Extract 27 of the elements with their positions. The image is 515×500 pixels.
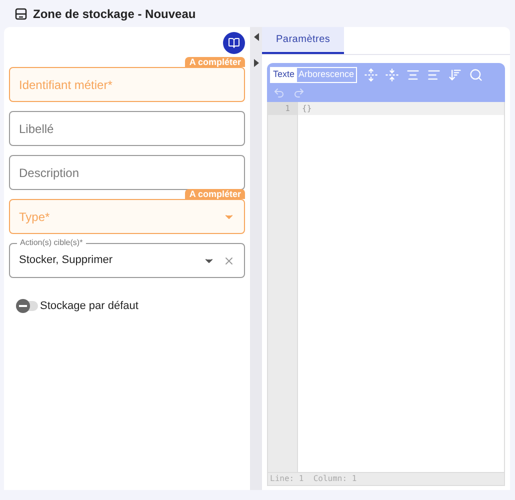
- text-field[interactable]: Libellé: [9, 111, 245, 146]
- tab[interactable]: Paramètres: [262, 27, 344, 54]
- help-button[interactable]: [223, 32, 245, 54]
- undo-icon[interactable]: [273, 86, 285, 98]
- format-icon[interactable]: [406, 68, 420, 82]
- collapse-all-icon[interactable]: [385, 68, 400, 82]
- line-number: 1: [268, 102, 297, 114]
- status-bar: Line: 1 Column: 1: [267, 472, 505, 486]
- expand-right-icon[interactable]: [254, 59, 258, 67]
- search-icon[interactable]: [469, 68, 484, 82]
- field-label: Action(s) cible(s)*: [17, 238, 86, 248]
- compact-icon[interactable]: [427, 68, 442, 82]
- expand-all-icon[interactable]: [364, 68, 378, 82]
- redo-icon[interactable]: [293, 86, 305, 98]
- sort-icon[interactable]: [448, 68, 462, 82]
- toggle-switch[interactable]: [16, 301, 38, 312]
- panel-icon: [15, 8, 27, 20]
- collapse-left-icon[interactable]: [254, 33, 258, 41]
- clear-icon[interactable]: [223, 254, 235, 266]
- text-field[interactable]: Identifiant métier*: [9, 67, 245, 102]
- required-badge: A compléter: [185, 57, 245, 67]
- page-title: Zone de stockage - Nouveau: [33, 6, 196, 22]
- required-badge: A compléter: [185, 189, 245, 199]
- book-icon: [228, 37, 240, 49]
- mode-tab[interactable]: Texte: [271, 68, 297, 82]
- toggle-label: Stockage par défaut: [40, 299, 138, 314]
- text-field[interactable]: Description: [9, 155, 245, 190]
